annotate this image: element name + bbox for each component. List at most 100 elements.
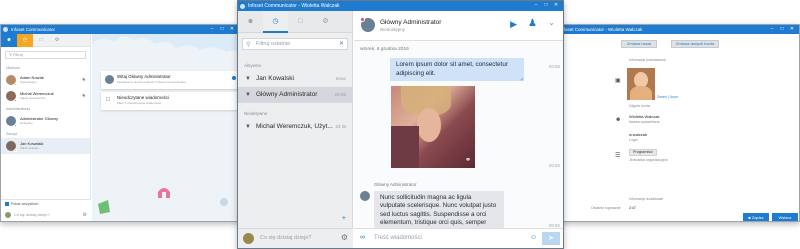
maximize-button[interactable]: □ [217, 25, 227, 34]
group-icon: ☰ [615, 153, 621, 159]
conversation-time: 09:55 [334, 92, 346, 97]
chat-tab-icon[interactable]: □ [33, 34, 49, 47]
settings-tab-icon[interactable]: ⚙ [49, 34, 65, 47]
emoji-icon[interactable]: ☺ [530, 234, 537, 241]
change-account-data-button[interactable]: Zmiana danych konta [671, 40, 719, 48]
app-logo-icon [240, 3, 245, 9]
settings-tab-icon[interactable]: ⚙ [313, 11, 338, 33]
back-button[interactable]: Wstecz [772, 213, 798, 221]
conversations-sidebar: ☻ ◷ □ ⚙ ⚲ Filtruj ostatnie ✕ Aktywne ▼ J… [238, 11, 353, 248]
contact-item[interactable]: Jan Kowalski Zaraz wracam [1, 138, 90, 154]
maximize-button[interactable]: □ [541, 1, 551, 10]
avatar [6, 116, 17, 127]
signal-icon: ▼ [245, 92, 251, 98]
show-all-checkbox[interactable]: Pokaż wszystkich [5, 202, 38, 206]
welcome-card[interactable]: Witaj Główny Administrator zapraszamy do… [101, 71, 239, 89]
avatar [5, 212, 11, 218]
chat-icon: □ [106, 97, 110, 103]
sidebar-tabs: ☻ ◷ □ ⚙ [238, 11, 352, 33]
clear-icon[interactable]: ✕ [339, 39, 344, 49]
video-call-icon[interactable]: ▶ [510, 19, 517, 30]
send-button[interactable]: ➤ [542, 232, 560, 245]
avatar [6, 141, 17, 152]
gear-icon[interactable]: ⚙ [341, 233, 348, 242]
search-icon: ⚲ [246, 42, 251, 48]
change-photo-link[interactable]: Zmień | Usuń [657, 95, 678, 99]
profile-content: Zmiana hasła Zmiana danych konta Informa… [561, 34, 799, 221]
close-button[interactable]: ✕ [551, 1, 561, 10]
star-icon[interactable]: ★ [82, 77, 86, 83]
image-icon: ▣ [615, 78, 621, 84]
minimize-button[interactable]: – [207, 25, 217, 34]
save-button[interactable]: ■ Zapisz [743, 213, 769, 221]
message-input-bar: ∞ Treść wiadomości ☺ ➤ [354, 228, 563, 248]
conversation-time: 23 lis [335, 124, 346, 129]
status-input[interactable]: Co się dzisiaj dzieje? ⚙ [5, 211, 87, 219]
status-input[interactable]: Co się dzisiaj dzieje? [260, 235, 311, 241]
link-icon: ⚭ [465, 157, 471, 164]
maximize-button[interactable]: □ [777, 25, 787, 34]
unread-card[interactable]: □ Nieodczytane wiadomości Masz 1 nieodcz… [101, 92, 239, 110]
search-icon: ⚲ [9, 52, 12, 57]
chat-contact-status: Niedostępny [380, 27, 406, 32]
avatar [6, 75, 17, 86]
last-login-value: 2:47 [629, 206, 636, 210]
conversations-search-input[interactable]: ⚲ Filtruj ostatnie ✕ [242, 38, 348, 50]
card-text: zapraszamy do korzystania z Infoset Comm… [117, 80, 186, 84]
message-input[interactable]: Treść wiadomości [374, 235, 422, 241]
sidebar-tabs: ☻ ◷ □ ⚙ [1, 34, 90, 47]
attachment-icon[interactable]: ∞ [360, 234, 365, 241]
close-button[interactable]: ✕ [787, 25, 797, 34]
contact-item[interactable]: Administrator Główny Dostępny [1, 113, 90, 129]
image-attachment[interactable]: ⚭ [391, 86, 475, 168]
contact-status: Zaraz wracam [20, 145, 40, 150]
minimize-button[interactable]: – [767, 25, 777, 34]
group-chip[interactable]: Programiści [629, 149, 658, 156]
chevron-down-icon[interactable]: ⌄ [548, 18, 555, 27]
name-value: Wioletta Walczak [629, 114, 660, 119]
minimize-button[interactable]: – [531, 1, 541, 10]
status-dot [360, 17, 365, 22]
gear-icon[interactable]: ⚙ [83, 212, 87, 218]
chat-contact-name: Główny Administrator [380, 19, 442, 26]
date-separator: wtorek, 6 grudnia 2016 [360, 47, 409, 52]
status-dot [14, 149, 17, 152]
decoration [98, 188, 228, 214]
contact-item[interactable]: Michał Weremczuk Zajęty wewnętrznie ★ [1, 88, 90, 104]
change-password-button[interactable]: Zmiana hasła [621, 40, 657, 48]
conversation-name: Michał Weremczuk, Użyt... [256, 123, 333, 130]
star-icon[interactable]: ★ [82, 93, 86, 99]
close-button[interactable]: ✕ [227, 25, 237, 34]
last-login-label: Ostatnie logowanie [591, 206, 621, 210]
sidebar-footer: Co się dzisiaj dzieje? ⚙ [238, 228, 353, 248]
message-time: 09:55 [548, 163, 560, 168]
conversation-item[interactable]: ▼ Główny Administrator 09:55 [238, 87, 352, 103]
contacts-tab-icon[interactable]: ☻ [1, 34, 17, 47]
history-tab-icon[interactable]: ◷ [17, 34, 33, 47]
contacts-tab-icon[interactable]: ☻ [238, 11, 263, 33]
message-bubble-outgoing: Lorem ipsum dolor sit amet, consectetur … [390, 58, 524, 82]
rooms-tab-icon[interactable]: □ [288, 11, 313, 33]
conversation-item[interactable]: ▼ Michał Weremczuk, Użyt... 23 lis [238, 119, 352, 135]
avatar [360, 191, 370, 201]
login-label: Login [629, 138, 638, 142]
contact-item[interactable]: Adam Nowak Niedostępny ★ [1, 72, 90, 88]
status-dot [14, 99, 17, 102]
contacts-search-input[interactable]: ⚲ Filtruj [5, 51, 86, 59]
group-label: Ulubione [6, 66, 20, 70]
user-icon[interactable]: ♟ [528, 18, 537, 29]
history-tab-icon[interactable]: ◷ [263, 11, 288, 33]
group-label: Nieaktywne [244, 111, 268, 116]
chat-panel: Główny Administrator Niedostępny ▶ ♟ ⌄ w… [354, 11, 563, 248]
card-text: Masz 1 nieodczytaną wiadomość [117, 101, 162, 105]
check-icon: ✓ [520, 77, 525, 83]
section-label: Informacje podstawowe [629, 58, 666, 62]
contact-status: Dostępny [20, 120, 33, 125]
add-icon[interactable]: + [342, 215, 346, 222]
signal-icon: ▼ [245, 76, 251, 82]
login-value: w.walczak [629, 132, 648, 137]
group-label: Aktywne [244, 63, 262, 68]
conversation-item[interactable]: ▼ Jan Kowalski teraz [238, 71, 352, 87]
message-list: wtorek, 6 grudnia 2016 Lorem ipsum dolor… [354, 41, 563, 240]
avatar [360, 17, 375, 32]
